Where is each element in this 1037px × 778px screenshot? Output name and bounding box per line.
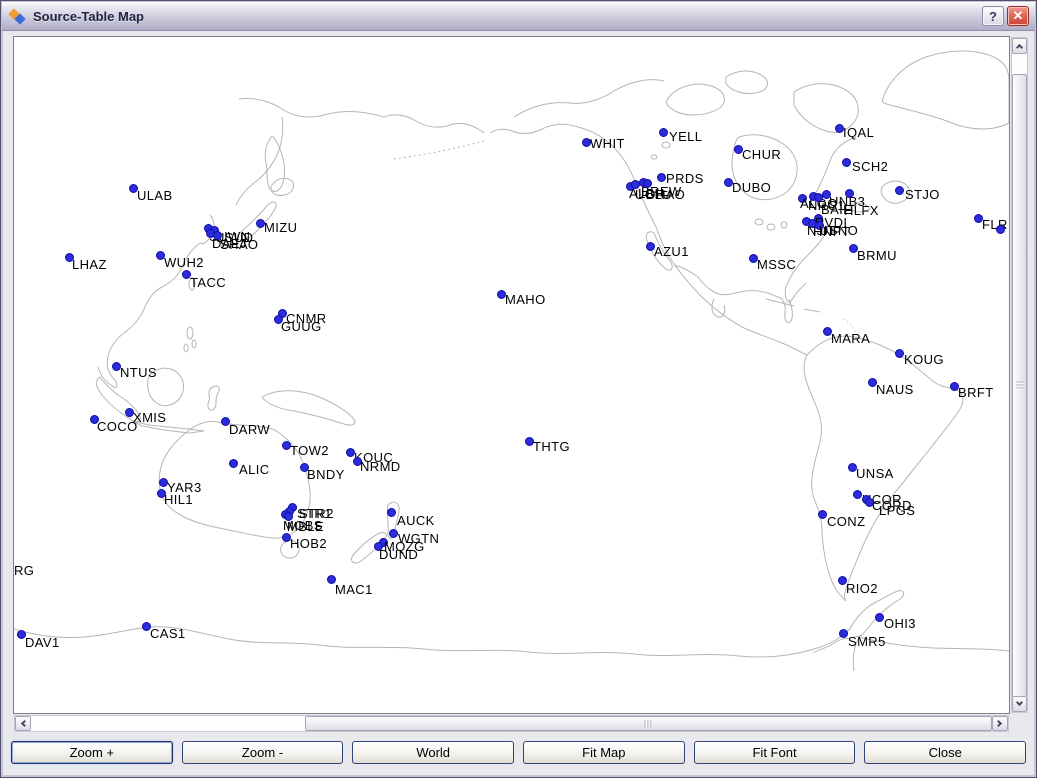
station-label: SHAO [220, 238, 258, 251]
station-dot[interactable] [818, 510, 827, 519]
chevron-left-icon [21, 720, 28, 727]
station-label: CHUR [742, 148, 781, 161]
station-label: DUBO [732, 181, 771, 194]
station-label: ULAB [137, 189, 173, 202]
station-dot[interactable] [389, 529, 398, 538]
window-close-button[interactable]: ✕ [1007, 6, 1029, 26]
station-dot[interactable] [659, 128, 668, 137]
station-label: TOW2 [290, 444, 329, 457]
scroll-left-button[interactable] [15, 716, 31, 731]
station-label: WHIT [590, 137, 625, 150]
station-label: LHAZ [72, 258, 107, 271]
station-label: STJO [905, 188, 940, 201]
scroll-up-button[interactable] [1012, 38, 1027, 54]
chevron-down-icon [1016, 699, 1023, 706]
scrollbar-grip-icon [644, 720, 653, 728]
app-icon [9, 8, 27, 24]
station-dot[interactable] [865, 498, 874, 507]
station-label: MBLE [287, 520, 324, 533]
station-dot[interactable] [996, 225, 1005, 234]
chevron-up-icon [1016, 44, 1023, 51]
station-label: UNSA [856, 467, 894, 480]
station-dot[interactable] [845, 189, 854, 198]
station-label: DRAO [646, 188, 685, 201]
station-label: KOUG [904, 353, 944, 366]
titlebar-buttons: ? ✕ [982, 6, 1029, 26]
station-label: OHI3 [884, 617, 916, 630]
station-label: NAUS [876, 383, 914, 396]
station-label: IQAL [843, 126, 874, 139]
world-button[interactable]: World [352, 741, 514, 764]
station-label: AZU1 [654, 245, 689, 258]
fit-font-button[interactable]: Fit Font [694, 741, 856, 764]
station-label: AUCK [397, 514, 435, 527]
station-label: MAC1 [335, 583, 373, 596]
station-label: CONZ [827, 515, 865, 528]
station-label: BNDY [307, 468, 345, 481]
station-dot[interactable] [853, 490, 862, 499]
scroll-down-button[interactable] [1012, 696, 1027, 712]
station-label: HLFX [844, 204, 879, 217]
station-label: RG [14, 564, 34, 577]
station-dot[interactable] [895, 349, 904, 358]
station-label: SMR5 [848, 635, 886, 648]
station-label: MAHO [505, 293, 546, 306]
station-label: MSSC [757, 258, 796, 271]
station-label: YELL [669, 130, 702, 143]
horizontal-scrollbar-thumb[interactable] [305, 716, 992, 731]
station-label: DUND [379, 548, 418, 561]
station-label: SCH2 [852, 160, 888, 173]
station-dot[interactable] [895, 186, 904, 195]
help-button[interactable]: ? [982, 6, 1004, 26]
map-canvas[interactable]: WHITYELLCHURIQALSCH2DUBOPRDSALBHUCLUBREW… [13, 36, 1010, 714]
help-icon: ? [989, 9, 997, 24]
chevron-right-icon [995, 720, 1002, 727]
zoom-out-button[interactable]: Zoom - [182, 741, 344, 764]
vertical-scrollbar-thumb[interactable] [1012, 74, 1027, 697]
zoom-in-button[interactable]: Zoom + [11, 741, 173, 764]
station-label: DAV1 [25, 636, 60, 649]
station-dot[interactable] [657, 173, 666, 182]
station-dot[interactable] [814, 193, 823, 202]
station-dot[interactable] [839, 629, 848, 638]
title-bar[interactable]: Source-Table Map ? ✕ [2, 2, 1035, 31]
station-label: CAS1 [150, 627, 186, 640]
station-dot[interactable] [229, 459, 238, 468]
window-title: Source-Table Map [33, 9, 144, 24]
scroll-right-button[interactable] [992, 716, 1008, 731]
station-dot[interactable] [875, 613, 884, 622]
station-label: NRMD [360, 460, 401, 473]
horizontal-scrollbar[interactable] [14, 715, 1009, 732]
station-label: WUH2 [164, 256, 204, 269]
station-label: XMIS [133, 411, 166, 424]
station-label: USNO [819, 224, 858, 237]
station-label: BRFT [958, 386, 994, 399]
station-label: THTG [533, 440, 570, 453]
station-label: MIZU [264, 221, 297, 234]
close-button[interactable]: Close [864, 741, 1026, 764]
toolbar: Zoom + Zoom - World Fit Map Fit Font Clo… [11, 741, 1026, 765]
scrollbar-corner [1011, 715, 1028, 732]
close-icon: ✕ [1013, 8, 1024, 24]
station-label: TACC [190, 276, 226, 289]
station-label: HOB2 [290, 537, 327, 550]
station-dot[interactable] [387, 508, 396, 517]
station-label: COCO [97, 420, 138, 433]
station-label: GUUG [281, 320, 322, 333]
station-label: LPGS [879, 504, 915, 517]
station-label: NTUS [120, 366, 157, 379]
station-label: MARA [831, 332, 870, 345]
fit-map-button[interactable]: Fit Map [523, 741, 685, 764]
vertical-scrollbar[interactable] [1011, 37, 1028, 713]
station-label: BRMU [857, 249, 897, 262]
station-label: ALIC [239, 463, 270, 476]
source-table-map-window: Source-Table Map ? ✕ [0, 0, 1037, 778]
station-label: DARW [229, 423, 270, 436]
station-dot[interactable] [842, 158, 851, 167]
station-label: HIL1 [164, 493, 193, 506]
scrollbar-grip-icon [1016, 381, 1024, 390]
station-label: RIO2 [846, 582, 878, 595]
